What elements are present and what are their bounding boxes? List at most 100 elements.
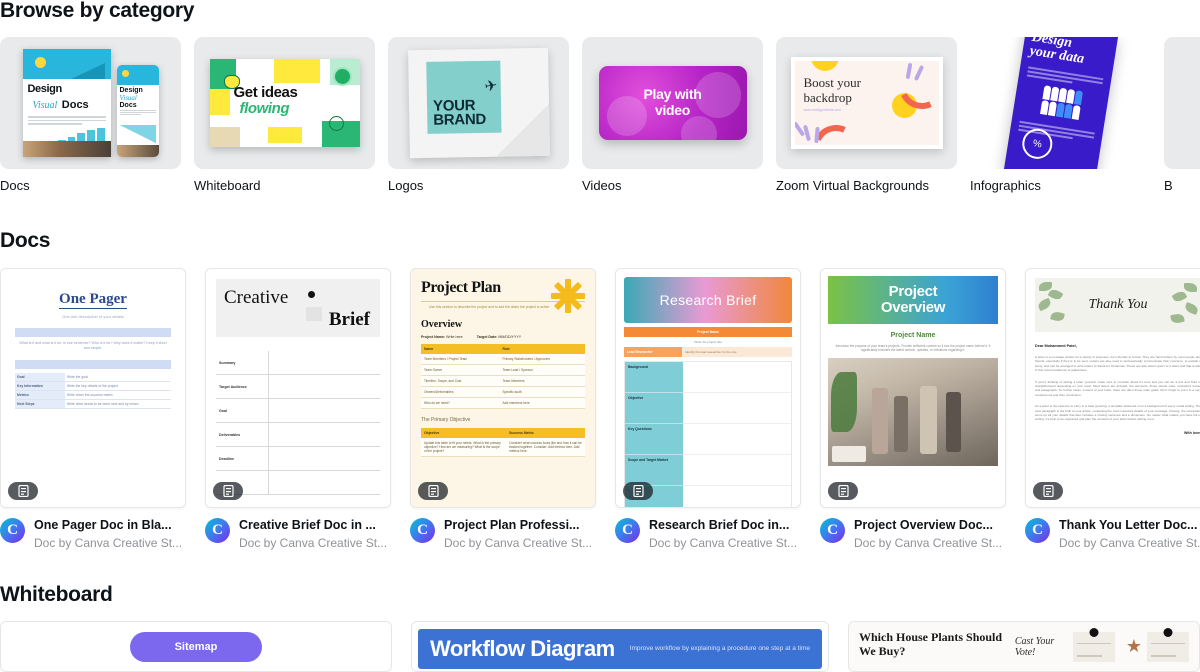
cast-your-vote-text: Cast Your Vote!	[1014, 635, 1055, 658]
docs-section-heading: Docs	[0, 229, 51, 252]
one-pager-artwork: One Pager One-line description of your d…	[1, 269, 185, 507]
docs-artwork: Design Visual Docs Design Visual Docs	[22, 49, 159, 157]
category-thumbnail-infographics: Design your data %	[970, 37, 1151, 169]
doc-type-badge-icon	[1033, 482, 1063, 500]
zoom-background-artwork: Boost your backdrop www.reallygreatsite.…	[790, 57, 943, 149]
creative-brief-word2: Brief	[328, 309, 370, 330]
template-title[interactable]: One Pager Doc in Bla...	[34, 518, 186, 533]
asterisk-icon	[308, 291, 315, 298]
template-author: Doc by Canva Creative St...	[854, 536, 1003, 550]
avatar: C	[820, 518, 845, 543]
doc-type-badge-icon	[828, 482, 858, 500]
creative-brief-rows: Summary Target Audience Goal Deliverable…	[216, 351, 380, 495]
template-title[interactable]: Research Brief Doc in...	[649, 518, 801, 533]
whiteboard-thumbnail-sitemap[interactable]: Sitemap	[0, 621, 392, 672]
template-card[interactable]: Project Plan Use this section to describ…	[410, 268, 596, 553]
template-author: Doc by Canva Creative St...	[34, 536, 183, 550]
category-strip[interactable]: Design Visual Docs Design Visual Docs Do…	[0, 37, 1200, 197]
template-card[interactable]: Project Overview Project Name Introduce t…	[820, 268, 1006, 553]
template-meta: C Thank You Letter Doc... Doc by Canva C…	[1025, 518, 1200, 551]
templates-browser-page: Browse by category Design Visual Docs De…	[0, 0, 1200, 672]
template-author: Doc by Canva Creative St...	[239, 536, 388, 550]
avatar: C	[1025, 518, 1050, 543]
template-meta: C Project Plan Professi... Doc by Canva …	[410, 518, 596, 551]
whiteboard-thumbnail-workflow-diagram[interactable]: Workflow Diagram Improve workflow by exp…	[411, 621, 829, 672]
whiteboard-thumbnail-house-plants-poll[interactable]: Which House Plants Should We Buy? Cast Y…	[848, 621, 1200, 672]
whiteboard-artwork: Get ideas flowing	[209, 59, 360, 147]
category-card-docs[interactable]: Design Visual Docs Design Visual Docs Do…	[0, 37, 181, 197]
avatar: C	[0, 518, 25, 543]
template-thumbnail[interactable]: Creative Brief Summary Target Audience G…	[205, 268, 391, 508]
category-label: B	[1164, 178, 1173, 193]
doc-type-badge-icon	[213, 482, 243, 500]
sitemap-label: Sitemap	[130, 631, 262, 662]
workflow-diagram-subtitle: Improve workflow by explaining a procedu…	[629, 645, 810, 652]
category-label: Infographics	[970, 178, 1041, 193]
doc-mockup-page: Design Visual Docs	[22, 49, 111, 157]
template-thumbnail[interactable]: Project Plan Use this section to describ…	[410, 268, 596, 508]
avatar: C	[410, 518, 435, 543]
template-thumbnail[interactable]: Project Overview Project Name Introduce t…	[820, 268, 1006, 508]
category-card-zoom-virtual-backgrounds[interactable]: Boost your backdrop www.reallygreatsite.…	[776, 37, 957, 197]
docs-template-row[interactable]: One Pager One-line description of your d…	[0, 268, 1200, 553]
category-card-infographics[interactable]: Design your data % Infographics	[970, 37, 1151, 197]
creative-brief-artwork: Creative Brief Summary Target Audience G…	[206, 269, 390, 507]
template-thumbnail[interactable]: One Pager One-line description of your d…	[0, 268, 186, 508]
whiteboard-section-heading: Whiteboard	[0, 583, 113, 606]
template-thumbnail[interactable]: Thank You Dear Mohammed Patel, A letter …	[1025, 268, 1200, 508]
whiteboard-template-row[interactable]: Sitemap Workflow Diagram Improve workflo…	[0, 621, 1200, 672]
category-thumbnail-clipped	[1164, 37, 1200, 169]
logos-artwork: YOUR BRAND ✈	[407, 47, 550, 159]
category-label: Whiteboard	[194, 178, 261, 193]
thank-you-artwork: Thank You Dear Mohammed Patel, A letter …	[1026, 269, 1200, 507]
template-title[interactable]: Project Overview Doc...	[854, 518, 1006, 533]
creative-brief-word1: Creative	[224, 287, 289, 308]
category-card-whiteboard[interactable]: Get ideas flowing Whiteboard	[194, 37, 375, 197]
doc-type-badge-icon	[8, 482, 38, 500]
one-pager-overview-text: What is it and what is it for, in one se…	[19, 341, 167, 350]
project-plan-artwork: Project Plan Use this section to describ…	[411, 269, 595, 507]
avatar: C	[615, 518, 640, 543]
template-title[interactable]: Creative Brief Doc in ...	[239, 518, 391, 533]
category-card-next-clipped[interactable]: B	[1164, 37, 1200, 197]
template-meta: C Creative Brief Doc in ... Doc by Canva…	[205, 518, 391, 551]
infographics-artwork: Design your data %	[1003, 37, 1118, 169]
whiteboard-template-card[interactable]: Workflow Diagram Improve workflow by exp…	[411, 621, 829, 672]
template-card[interactable]: Thank You Dear Mohammed Patel, A letter …	[1025, 268, 1200, 553]
project-plan-table-2: Objective Success Metric Update this tabl…	[421, 428, 585, 458]
category-thumbnail-docs: Design Visual Docs Design Visual Docs	[0, 37, 181, 169]
template-card[interactable]: Creative Brief Summary Target Audience G…	[205, 268, 391, 553]
category-label: Zoom Virtual Backgrounds	[776, 178, 929, 193]
one-pager-subtitle: One-line description of your details	[62, 314, 124, 319]
template-author: Doc by Canva Creative St...	[444, 536, 593, 550]
thank-you-title: Thank You	[1088, 297, 1148, 312]
category-card-logos[interactable]: YOUR BRAND ✈ Logos	[388, 37, 569, 197]
category-label: Logos	[388, 178, 424, 193]
whiteboard-template-card[interactable]: Which House Plants Should We Buy? Cast Y…	[848, 621, 1200, 672]
pinwheel-icon	[549, 277, 585, 313]
template-author: Doc by Canva Creative St...	[1059, 536, 1200, 550]
vote-chips: ★	[1072, 627, 1189, 662]
one-pager-title: One Pager	[59, 291, 127, 309]
project-overview-artwork: Project Overview Project Name Introduce t…	[821, 269, 1005, 507]
template-title[interactable]: Thank You Letter Doc...	[1059, 518, 1200, 533]
template-thumbnail[interactable]: Research Brief Project Name Write the pr…	[615, 268, 801, 508]
avatar: C	[205, 518, 230, 543]
paper-plane-icon: ✈	[483, 76, 499, 96]
template-card[interactable]: Research Brief Project Name Write the pr…	[615, 268, 801, 553]
thank-you-closing: With love,	[1184, 430, 1200, 435]
template-card[interactable]: One Pager One-line description of your d…	[0, 268, 186, 553]
category-label: Videos	[582, 178, 622, 193]
category-card-videos[interactable]: Play with video Videos	[582, 37, 763, 197]
template-meta: C Research Brief Doc in... Doc by Canva …	[615, 518, 801, 551]
research-brief-title: Research Brief	[659, 292, 757, 308]
workflow-diagram-title: Workflow Diagram	[430, 636, 615, 661]
whiteboard-template-card[interactable]: Sitemap	[0, 621, 392, 672]
doc-type-badge-icon	[623, 482, 653, 500]
template-title[interactable]: Project Plan Professi...	[444, 518, 596, 533]
project-plan-table-1: Name Role Team Members / Project Team Prim…	[421, 344, 585, 410]
one-pager-table: Goal Write the goal Key Information Write …	[15, 373, 171, 409]
project-overview-paragraph: Introduce the purpose of your team's pro…	[835, 344, 991, 353]
house-plants-question: Which House Plants Should We Buy?	[859, 630, 1003, 658]
project-overview-photo	[828, 357, 998, 466]
